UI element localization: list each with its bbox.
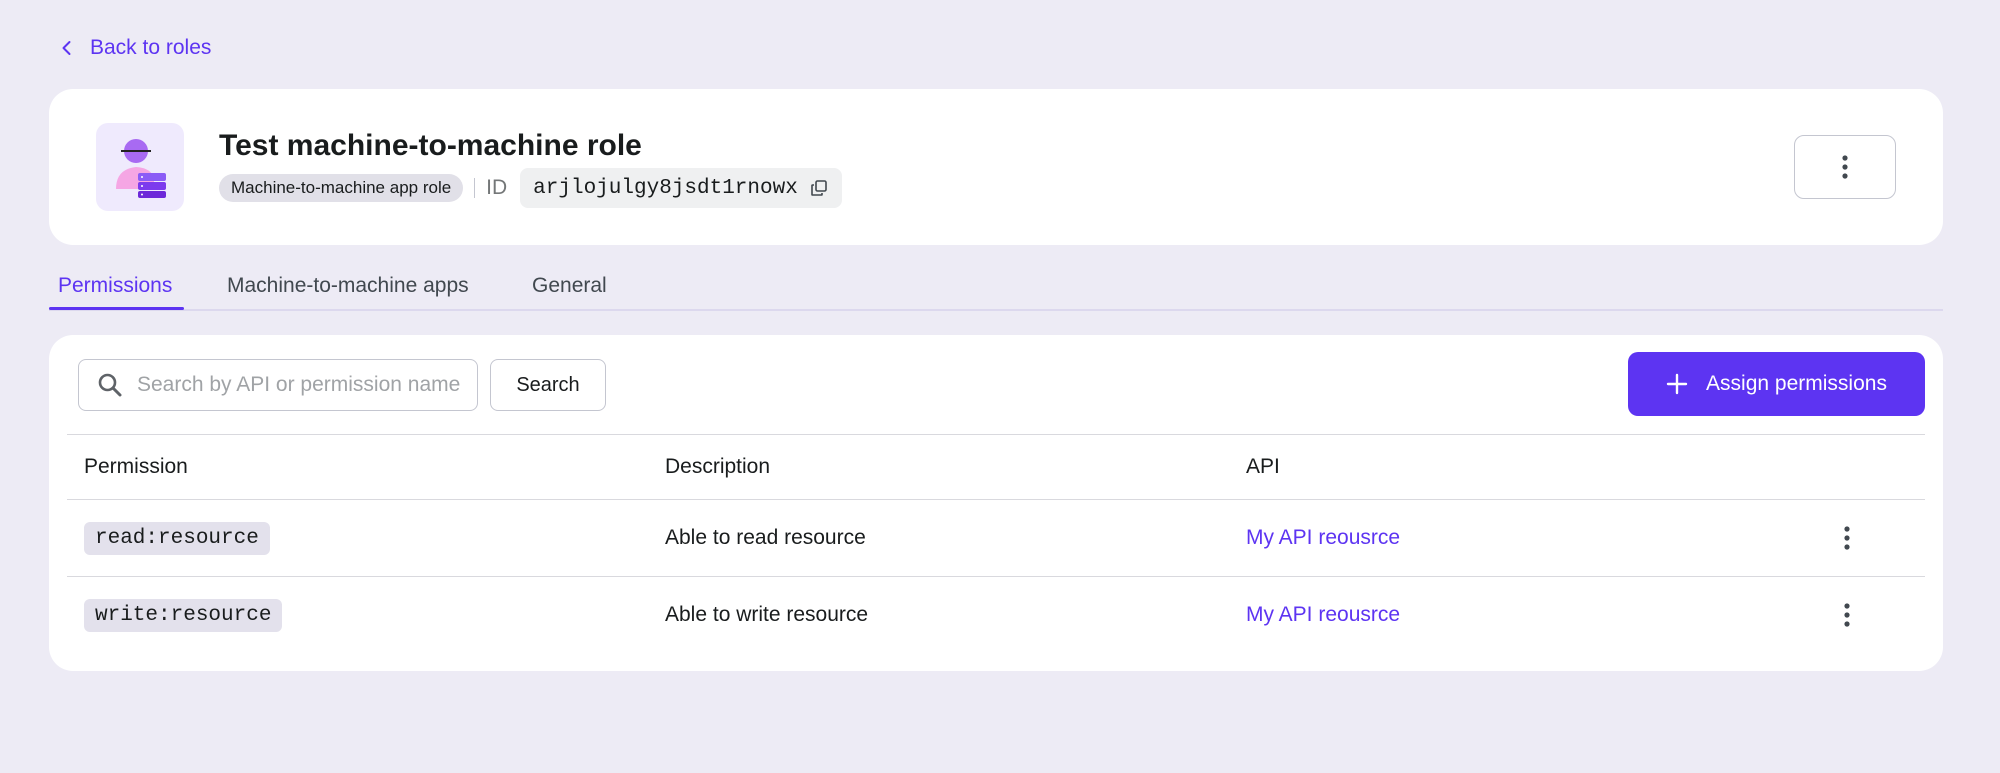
column-header-permission: Permission: [84, 455, 188, 478]
permission-name: write:resource: [84, 598, 283, 632]
table-header: Permission Description API: [67, 434, 1925, 499]
m2m-role-icon: [96, 123, 184, 211]
role-id-chip: arjlojulgy8jsdt1rnowx: [520, 168, 842, 208]
tab-bar: Permissions Machine-to-machine apps Gene…: [49, 262, 1943, 311]
meta-divider: [474, 178, 476, 198]
permission-description: Able to write resource: [665, 603, 869, 626]
role-id-value: arjlojulgy8jsdt1rnowx: [533, 176, 798, 200]
api-link[interactable]: My API reousrce: [1246, 526, 1400, 550]
search-field[interactable]: [78, 359, 478, 411]
back-to-roles-link[interactable]: Back to roles: [58, 36, 211, 60]
column-header-description: Description: [665, 455, 771, 478]
permission-name: read:resource: [84, 521, 270, 555]
assign-button-label: Assign permissions: [1706, 372, 1887, 395]
page-title: Test machine-to-machine role: [219, 129, 642, 162]
more-vertical-icon: [1844, 526, 1850, 550]
column-header-api: API: [1246, 455, 1280, 478]
active-tab-indicator: [49, 307, 184, 310]
plus-icon: [1666, 373, 1688, 395]
more-vertical-icon: [1844, 603, 1850, 627]
back-link-label: Back to roles: [90, 36, 212, 59]
assign-permissions-button[interactable]: Assign permissions: [1628, 352, 1925, 416]
row-more-button[interactable]: [1832, 577, 1862, 653]
api-link[interactable]: My API reousrce: [1246, 603, 1400, 627]
search-icon: [98, 373, 122, 397]
copy-icon[interactable]: [810, 179, 828, 197]
role-header-card: Test machine-to-machine role Machine-to-…: [49, 89, 1943, 245]
role-type-badge: Machine-to-machine app role: [219, 174, 464, 202]
table-row[interactable]: read:resource Able to read resource My A…: [67, 499, 1925, 576]
role-meta: Machine-to-machine app role ID arjlojulg…: [219, 167, 842, 209]
more-options-button[interactable]: [1794, 135, 1896, 199]
permissions-card: Search Assign permissions Permission Des…: [49, 335, 1943, 671]
permission-description: Able to read resource: [665, 526, 866, 549]
row-more-button[interactable]: [1832, 500, 1862, 576]
permissions-table: Permission Description API read:resource…: [67, 434, 1925, 653]
id-label: ID: [486, 176, 508, 199]
chevron-left-icon: [62, 41, 71, 55]
search-input[interactable]: [137, 373, 467, 397]
more-vertical-icon: [1842, 155, 1848, 179]
tab-m2m-apps[interactable]: Machine-to-machine apps: [227, 274, 469, 298]
table-row[interactable]: write:resource Able to write resource My…: [67, 576, 1925, 653]
tab-permissions[interactable]: Permissions: [58, 274, 172, 298]
search-button[interactable]: Search: [490, 359, 606, 411]
tab-general[interactable]: General: [532, 274, 607, 298]
